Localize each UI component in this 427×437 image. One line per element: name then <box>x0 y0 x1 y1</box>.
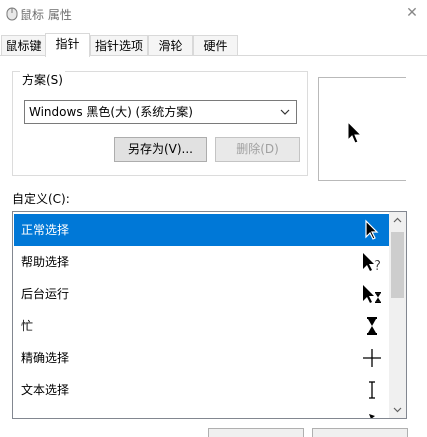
list-item-label: 文本选择 <box>21 383 70 397</box>
scheme-dropdown[interactable]: Windows 黑色(大) (系统方案) <box>24 100 297 124</box>
close-button[interactable]: ✕ <box>397 0 427 30</box>
list-item-background-working[interactable]: 后台运行 <box>14 278 389 310</box>
tab-wheel[interactable]: 滑轮 <box>148 35 193 55</box>
list-item-label: 正常选择 <box>21 223 70 237</box>
customize-label: 自定义(C): <box>12 192 70 206</box>
list-item-help-select[interactable]: 帮助选择 ? <box>14 246 389 278</box>
save-as-button[interactable]: 另存为(V)... <box>114 137 207 162</box>
list-item-label: 后台运行 <box>21 287 70 301</box>
arrow-cursor-icon <box>369 414 375 418</box>
list-item-normal-select[interactable]: 正常选择 <box>14 214 389 246</box>
window-title: 鼠标 属性 <box>20 8 72 22</box>
scroll-up-arrow-icon[interactable] <box>389 212 406 229</box>
vertical-scrollbar[interactable] <box>389 212 406 418</box>
arrow-cursor-icon <box>347 121 363 144</box>
list-item-label: 忙 <box>21 319 34 333</box>
list-item-label: 帮助选择 <box>21 255 70 269</box>
text-ibeam-cursor-icon <box>369 381 375 399</box>
delete-button[interactable]: 删除(D) <box>215 137 300 162</box>
arrow-cursor-icon <box>365 219 379 240</box>
list-item-partial[interactable] <box>14 406 389 418</box>
mouse-icon <box>6 7 18 21</box>
busy-hourglass-icon <box>367 317 377 335</box>
tab-hardware[interactable]: 硬件 <box>193 35 238 55</box>
tab-strip: 鼠标键 指针 指针选项 滑轮 硬件 <box>0 33 427 57</box>
list-item-label: 精确选择 <box>21 351 70 365</box>
scheme-selected-value: Windows 黑色(大) (系统方案) <box>29 105 193 119</box>
tab-pointer-options[interactable]: 指针选项 <box>90 35 148 55</box>
help-cursor-icon: ? <box>363 253 381 273</box>
cursor-list[interactable]: 正常选择 帮助选择 ? 后台运行 忙 精确选择 文本选择 <box>12 211 407 419</box>
working-in-background-cursor-icon <box>363 285 381 303</box>
scroll-down-arrow-icon[interactable] <box>389 401 406 418</box>
scheme-group-label: 方案(S) <box>20 71 65 88</box>
tab-pointers[interactable]: 指针 <box>45 33 90 57</box>
list-item-text-select[interactable]: 文本选择 <box>14 374 389 406</box>
title-bar: 鼠标 属性 ✕ <box>0 0 427 30</box>
svg-text:?: ? <box>374 259 381 273</box>
crosshair-cursor-icon <box>363 349 381 367</box>
chevron-down-icon <box>280 109 290 115</box>
close-icon: ✕ <box>406 5 418 21</box>
list-item-precision-select[interactable]: 精确选择 <box>14 342 389 374</box>
tab-buttons[interactable]: 鼠标键 <box>1 35 46 55</box>
list-item-busy[interactable]: 忙 <box>14 310 389 342</box>
scroll-thumb[interactable] <box>391 232 404 298</box>
